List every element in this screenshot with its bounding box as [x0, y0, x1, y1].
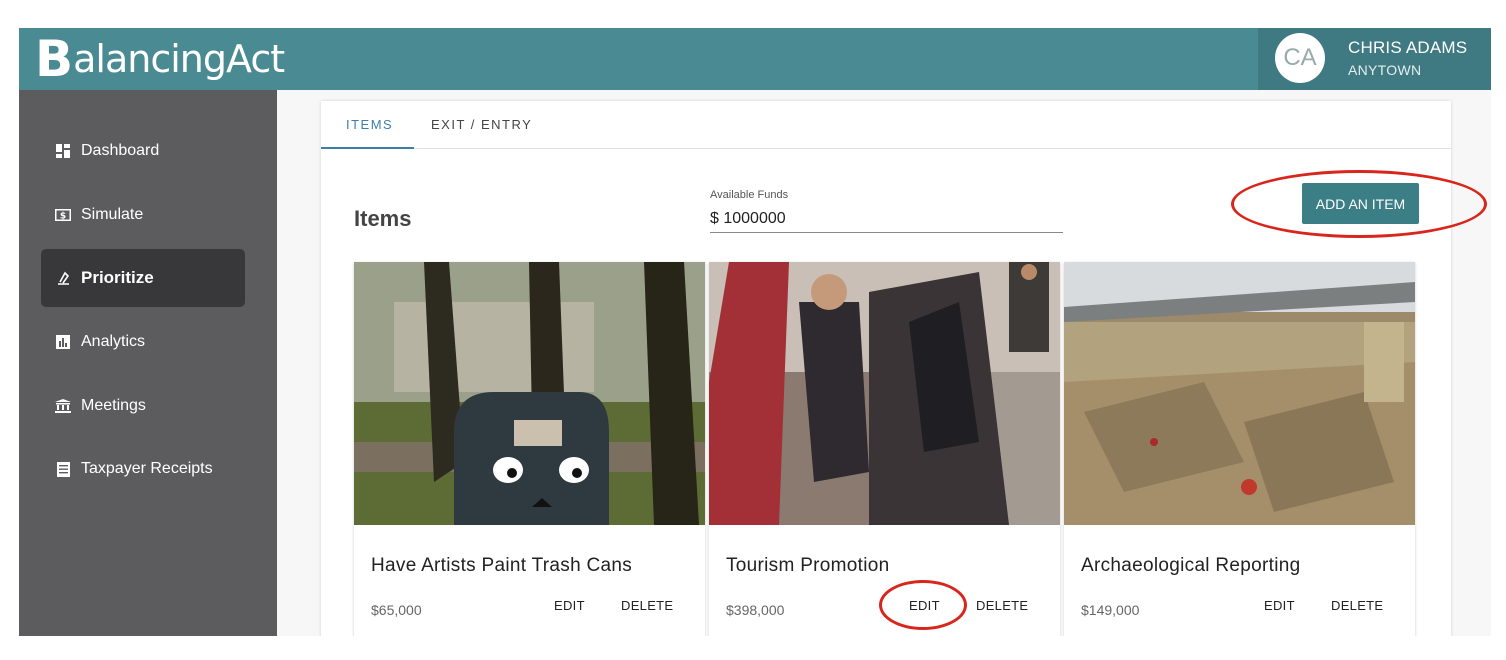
- item-price: $149,000: [1081, 602, 1140, 618]
- item-card: Have Artists Paint Trash Cans $65,000 ED…: [354, 262, 705, 636]
- tab-items[interactable]: ITEMS: [321, 101, 414, 149]
- avatar[interactable]: CA: [1275, 33, 1325, 83]
- tab-exit-entry[interactable]: EXIT / ENTRY: [431, 101, 532, 149]
- scale-icon: [55, 270, 71, 286]
- items-panel: ITEMS EXIT / ENTRY Items Available Funds…: [321, 101, 1451, 636]
- sidebar-item-taxpayer-receipts[interactable]: Taxpayer Receipts: [41, 440, 245, 498]
- sidebar-item-label: Dashboard: [81, 142, 160, 159]
- sidebar-item-prioritize[interactable]: Prioritize: [41, 249, 245, 307]
- sidebar-item-simulate[interactable]: $ Simulate: [41, 186, 245, 244]
- dollar-icon: $: [55, 207, 71, 223]
- logo-text: alancingAct: [73, 37, 285, 81]
- edit-button[interactable]: EDIT: [1264, 598, 1295, 613]
- bar-chart-icon: [55, 334, 71, 350]
- sidebar-item-meetings[interactable]: Meetings: [41, 377, 245, 435]
- available-funds-label: Available Funds: [710, 189, 789, 201]
- dashboard-icon: [55, 143, 71, 159]
- sidebar-item-label: Meetings: [81, 397, 146, 414]
- sidebar-item-analytics[interactable]: Analytics: [41, 313, 245, 371]
- available-funds-input[interactable]: [710, 205, 1063, 233]
- top-header: BalancingAct CA CHRIS ADAMS ANYTOWN: [19, 28, 1491, 90]
- item-price: $398,000: [726, 602, 785, 618]
- svg-text:$: $: [60, 212, 66, 222]
- delete-button[interactable]: DELETE: [621, 598, 673, 613]
- user-town: ANYTOWN: [1348, 62, 1422, 78]
- page-title: Items: [354, 206, 412, 231]
- item-title: Tourism Promotion: [726, 555, 890, 576]
- delete-button[interactable]: DELETE: [976, 598, 1028, 613]
- user-menu[interactable]: CA CHRIS ADAMS ANYTOWN: [1258, 28, 1491, 90]
- item-title: Have Artists Paint Trash Cans: [371, 555, 633, 576]
- user-name: CHRIS ADAMS: [1348, 38, 1468, 57]
- item-title: Archaeological Reporting: [1081, 555, 1301, 576]
- add-item-button[interactable]: ADD AN ITEM: [1302, 183, 1419, 224]
- sidebar-item-label: Taxpayer Receipts: [81, 460, 213, 477]
- sidebar-item-label: Analytics: [81, 333, 146, 350]
- delete-button[interactable]: DELETE: [1331, 598, 1383, 613]
- excavation-photo: [1064, 262, 1415, 525]
- sidebar-item-dashboard[interactable]: Dashboard: [41, 122, 245, 180]
- item-price: $65,000: [371, 602, 422, 618]
- tourists-photo: [709, 262, 1060, 525]
- edit-button[interactable]: EDIT: [554, 598, 585, 613]
- trash-can-photo: [354, 262, 705, 525]
- sidebar: Dashboard $ Simulate Prioritize Analytic…: [19, 90, 277, 636]
- sidebar-item-label: Prioritize: [81, 268, 154, 287]
- receipt-icon: [55, 461, 71, 477]
- sidebar-item-label: Simulate: [81, 206, 144, 223]
- item-card: Tourism Promotion $398,000 EDIT DELETE: [709, 262, 1060, 636]
- app-window: BalancingAct CA CHRIS ADAMS ANYTOWN Dash…: [19, 28, 1491, 636]
- item-card: Archaeological Reporting $149,000 EDIT D…: [1064, 262, 1415, 636]
- institution-icon: [55, 398, 71, 414]
- balancingact-logo[interactable]: BalancingAct: [35, 30, 285, 88]
- logo-letter: B: [35, 30, 73, 88]
- tab-bar: ITEMS EXIT / ENTRY: [321, 101, 1451, 149]
- edit-button[interactable]: EDIT: [909, 598, 940, 613]
